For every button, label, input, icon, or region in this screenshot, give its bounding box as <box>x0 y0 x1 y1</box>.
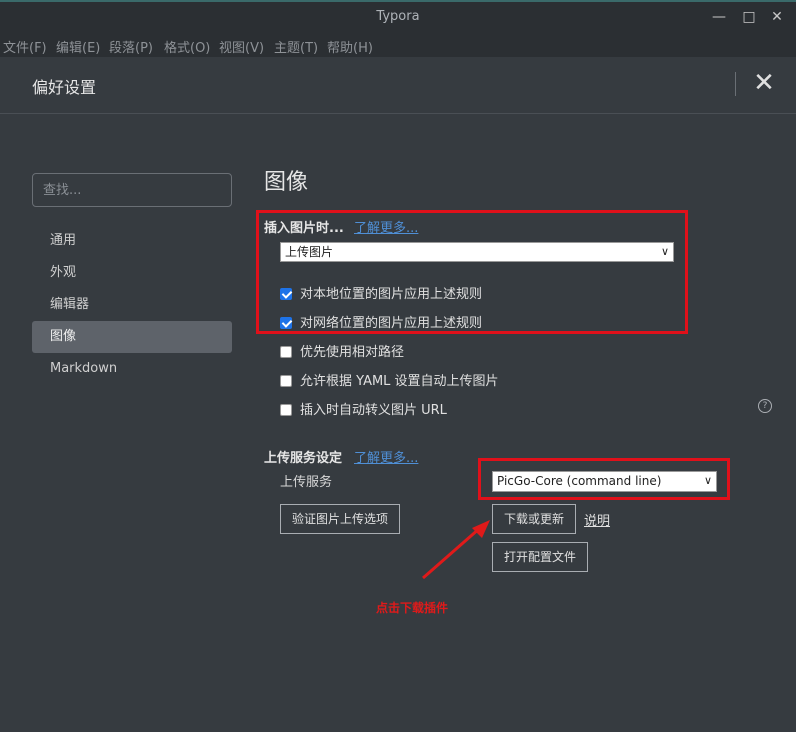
help-icon[interactable]: ? <box>758 399 772 413</box>
sidebar-item-general[interactable]: 通用 <box>32 225 232 257</box>
upload-service-title: 上传服务设定 <box>264 451 343 466</box>
open-config-button[interactable]: 打开配置文件 <box>492 542 588 572</box>
checkbox-yaml-upload[interactable]: 允许根据 YAML 设置自动上传图片 <box>280 370 499 390</box>
window-title: Typora <box>376 9 420 24</box>
section-title: 图像 <box>264 170 309 195</box>
sidebar-item-appearance[interactable]: 外观 <box>32 257 232 289</box>
checkbox-escape-url[interactable]: 插入时自动转义图片 URL <box>280 399 447 419</box>
upload-service-label: 上传服务 <box>280 475 333 490</box>
checkbox-icon[interactable] <box>280 404 292 416</box>
checkbox-label: 优先使用相对路径 <box>300 345 405 360</box>
annotation-arrow-icon <box>422 520 490 580</box>
close-preferences-icon[interactable]: ✕ <box>752 70 776 98</box>
menu-bar: 文件(F) 编辑(E) 段落(P) 格式(O) 视图(V) 主题(T) 帮助(H… <box>0 33 796 57</box>
highlight-box-service <box>478 458 730 500</box>
menu-help[interactable]: 帮助(H) <box>327 37 373 56</box>
menu-paragraph[interactable]: 段落(P) <box>109 37 153 56</box>
title-bar: Typora — □ ✕ <box>0 0 796 33</box>
checkbox-icon[interactable] <box>280 346 292 358</box>
menu-edit[interactable]: 编辑(E) <box>56 37 100 56</box>
menu-format[interactable]: 格式(O) <box>164 37 210 56</box>
explain-link[interactable]: 说明 <box>584 510 610 529</box>
checkbox-icon[interactable] <box>280 375 292 387</box>
search-input[interactable] <box>32 173 232 207</box>
sidebar-item-markdown[interactable]: Markdown <box>32 353 232 385</box>
checkbox-relative-path[interactable]: 优先使用相对路径 <box>280 341 404 361</box>
header-divider <box>735 72 736 96</box>
sidebar-item-editor[interactable]: 编辑器 <box>32 289 232 321</box>
download-update-button[interactable]: 下载或更新 <box>492 504 576 534</box>
maximize-icon[interactable]: □ <box>740 8 758 26</box>
highlight-box-insert <box>256 210 688 334</box>
annotation-text: 点击下载插件 <box>376 601 449 615</box>
checkbox-label: 允许根据 YAML 设置自动上传图片 <box>300 374 499 389</box>
menu-file[interactable]: 文件(F) <box>3 37 47 56</box>
menu-view[interactable]: 视图(V) <box>219 37 264 56</box>
verify-upload-button[interactable]: 验证图片上传选项 <box>280 504 400 534</box>
sidebar-item-image[interactable]: 图像 <box>32 321 232 353</box>
preferences-header: 偏好设置 ✕ <box>0 57 796 114</box>
close-icon[interactable]: ✕ <box>768 8 786 26</box>
upload-learn-more-link[interactable]: 了解更多... <box>354 447 418 466</box>
checkbox-label: 插入时自动转义图片 URL <box>300 403 447 418</box>
menu-theme[interactable]: 主题(T) <box>274 37 318 56</box>
preferences-title: 偏好设置 <box>32 78 97 97</box>
minimize-icon[interactable]: — <box>710 8 728 26</box>
